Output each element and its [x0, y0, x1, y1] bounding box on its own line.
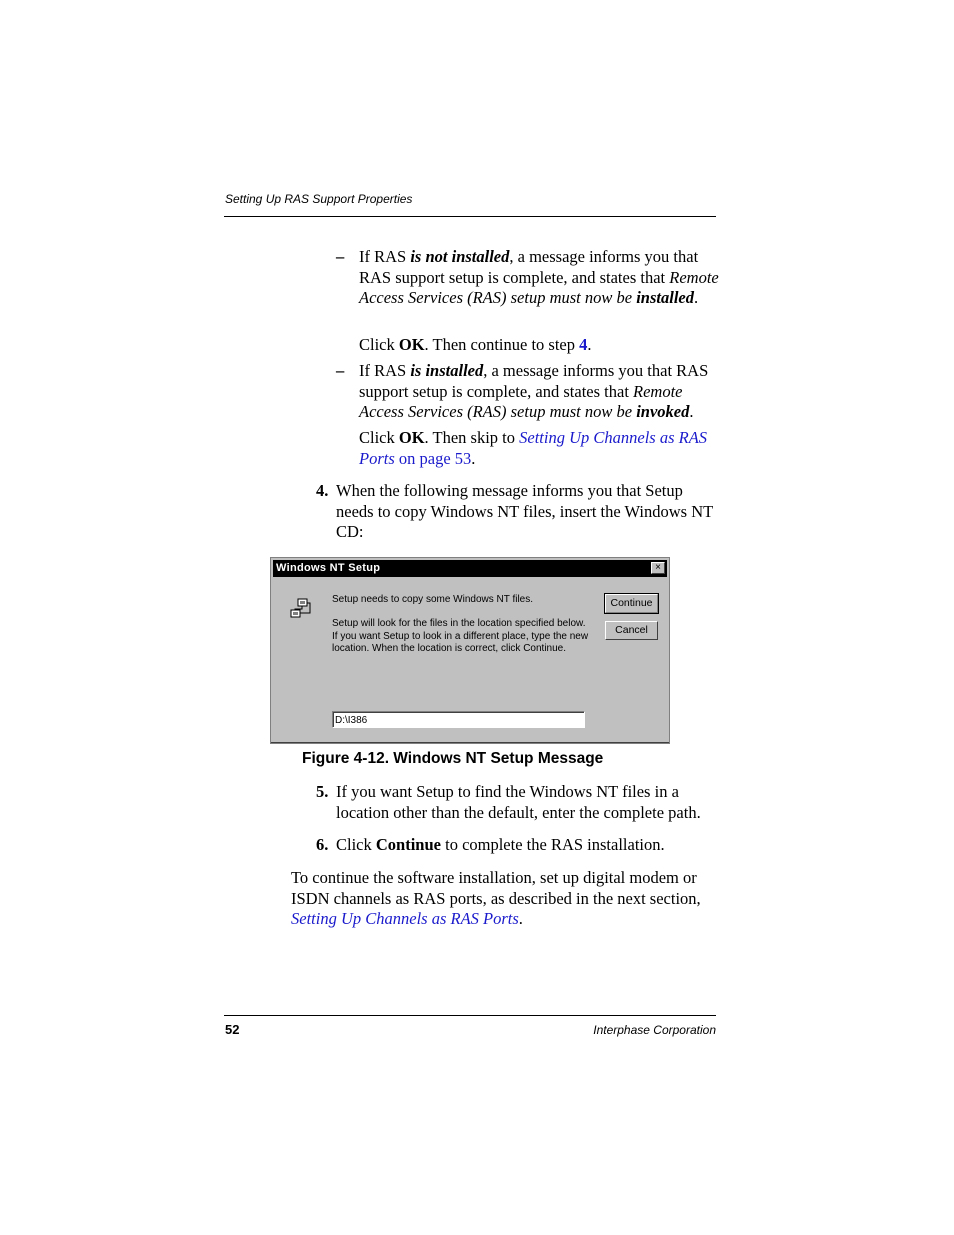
xref-page-link[interactable]: on page 53 — [395, 449, 471, 468]
text: To continue the software installation, s… — [291, 868, 701, 908]
footer-rule — [224, 1015, 716, 1016]
substep-click-ok: Click OK. Then continue to step 4. — [359, 335, 719, 356]
header-rule — [224, 216, 716, 217]
ok-label: OK — [398, 335, 425, 354]
figure-caption: Figure 4-12. Windows NT Setup Message — [302, 750, 604, 767]
step-6-text: Click Continue to complete the RAS insta… — [336, 835, 721, 856]
cancel-button[interactable]: Cancel — [604, 620, 659, 641]
text: . — [587, 335, 592, 354]
running-header: Setting Up RAS Support Properties — [225, 192, 413, 206]
text: . — [689, 402, 694, 421]
continue-button[interactable]: Continue — [604, 593, 659, 614]
closing-paragraph: To continue the software installation, s… — [291, 868, 719, 930]
continue-label: Continue — [610, 597, 653, 609]
close-icon: × — [655, 562, 661, 573]
step-5-text: If you want Setup to find the Windows NT… — [336, 782, 701, 822]
text: . — [518, 909, 523, 928]
substep-click-ok-skip: Click OK. Then skip to Setting Up Channe… — [359, 428, 719, 469]
cancel-label: Cancel — [615, 624, 648, 636]
bullet-dash: – — [336, 247, 345, 266]
ok-label: OK — [398, 428, 425, 447]
footer-company: Interphase Corporation — [593, 1023, 716, 1037]
step-number: 6. — [316, 835, 329, 854]
text: . — [693, 288, 699, 307]
page-number: 52 — [225, 1022, 240, 1037]
path-input[interactable] — [332, 711, 585, 728]
dialog-message-body: Setup will look for the files in the loc… — [332, 618, 589, 654]
xref-link-next-section[interactable]: Setting Up Channels as RAS Ports — [291, 909, 519, 928]
dialog-titlebar: Windows NT Setup × — [273, 560, 667, 577]
substep-installed: If RAS is installed, a message informs y… — [359, 361, 719, 423]
dialog-title: Windows NT Setup — [276, 562, 381, 574]
text: Click — [359, 335, 399, 354]
step-4-text: When the following message informs you t… — [336, 481, 713, 541]
message-quote-bold: installed — [636, 288, 694, 307]
network-setup-icon — [290, 598, 311, 618]
dialog-message-line1: Setup needs to copy some Windows NT file… — [332, 594, 534, 605]
text: . — [471, 448, 476, 468]
message-quote-bold: invoked — [636, 402, 690, 421]
text: . Then skip to — [424, 428, 520, 447]
bullet-dash: – — [336, 361, 345, 380]
text: If RAS — [359, 247, 411, 266]
close-button[interactable]: × — [651, 562, 665, 574]
text: Click — [336, 835, 376, 854]
step-number: 4. — [316, 481, 329, 500]
text: Click — [359, 428, 399, 447]
windows-nt-setup-dialog: Windows NT Setup × Setup needs to copy s… — [270, 557, 670, 743]
text: If RAS — [359, 361, 411, 380]
continue-emphasis: Continue — [375, 835, 441, 854]
emphasis: is not installed — [410, 247, 510, 266]
step-number: 5. — [316, 782, 329, 801]
substep-not-installed: If RAS is not installed, a message infor… — [359, 247, 719, 309]
text: . Then continue to step — [424, 335, 580, 354]
text: to complete the RAS installation. — [440, 835, 665, 854]
emphasis: is installed — [410, 361, 484, 380]
